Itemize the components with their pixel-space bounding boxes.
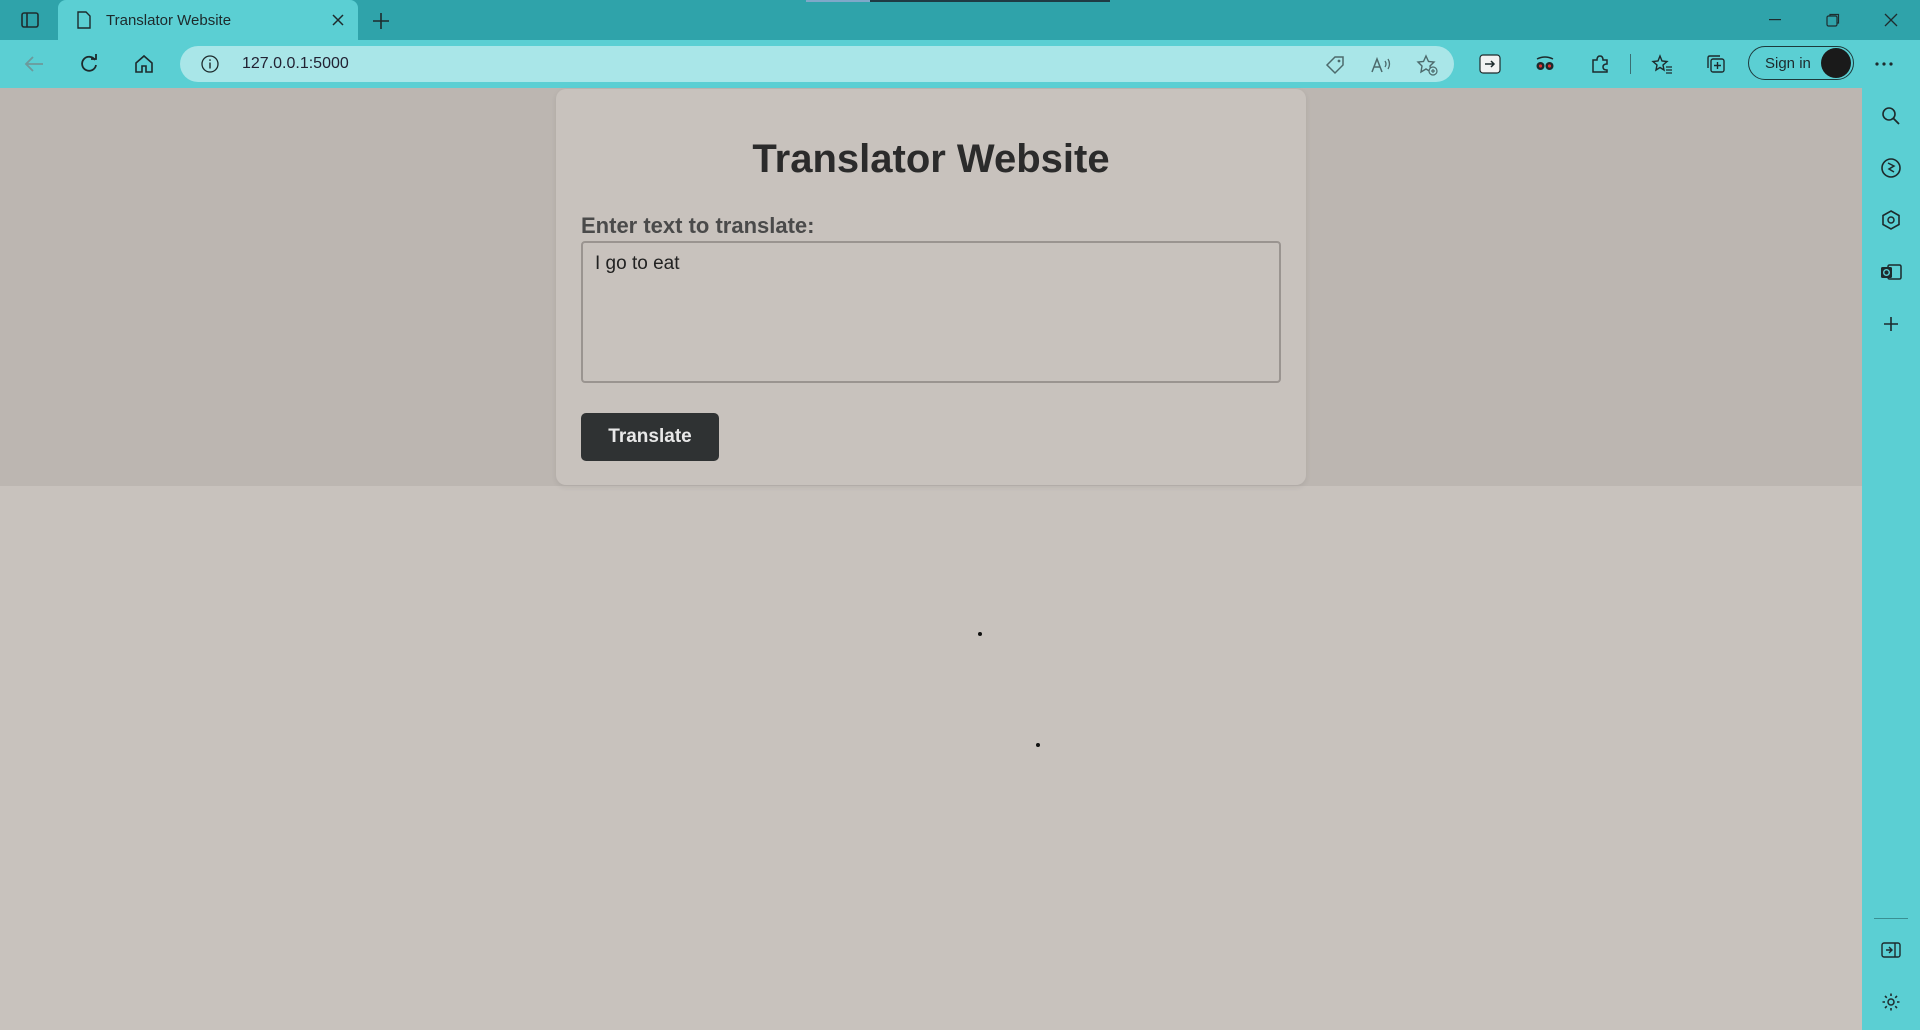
address-bar[interactable]: 127.0.0.1:5000 bbox=[180, 46, 1454, 82]
sign-in-label: Sign in bbox=[1765, 54, 1811, 72]
translator-card: Translator Website Enter text to transla… bbox=[556, 89, 1306, 485]
cursor-dot bbox=[978, 632, 982, 636]
refresh-button[interactable] bbox=[71, 48, 107, 80]
page-icon bbox=[74, 10, 94, 30]
cursor-dot bbox=[1036, 743, 1040, 747]
text-input[interactable]: I go to eat bbox=[581, 241, 1281, 383]
add-icon[interactable] bbox=[1879, 312, 1903, 336]
new-tab-button[interactable] bbox=[368, 8, 394, 34]
extension-sync-icon[interactable] bbox=[1472, 48, 1508, 80]
collections-icon[interactable] bbox=[1698, 48, 1734, 80]
tab-translator[interactable]: Translator Website bbox=[58, 0, 358, 40]
read-aloud-icon[interactable] bbox=[1370, 54, 1392, 76]
extension-glasses-icon[interactable] bbox=[1527, 48, 1563, 80]
search-icon[interactable] bbox=[1879, 104, 1903, 128]
minimize-button[interactable] bbox=[1752, 6, 1798, 34]
shopping-icon[interactable] bbox=[1879, 208, 1903, 232]
translate-button[interactable]: Translate bbox=[581, 413, 719, 461]
info-icon[interactable] bbox=[200, 54, 220, 74]
favorites-icon[interactable] bbox=[1644, 48, 1680, 80]
settings-gear-icon[interactable] bbox=[1879, 990, 1903, 1014]
tab-title: Translator Website bbox=[106, 11, 232, 29]
tag-icon[interactable] bbox=[1324, 54, 1346, 76]
hide-sidebar-icon[interactable] bbox=[1879, 938, 1903, 962]
close-icon[interactable] bbox=[326, 8, 350, 32]
close-window-button[interactable] bbox=[1868, 6, 1914, 34]
restore-button[interactable] bbox=[1810, 6, 1856, 34]
extensions-icon[interactable] bbox=[1582, 48, 1618, 80]
back-button[interactable] bbox=[16, 48, 52, 80]
outlook-icon[interactable] bbox=[1879, 260, 1903, 284]
input-label: Enter text to translate: bbox=[581, 213, 815, 238]
home-button[interactable] bbox=[126, 48, 162, 80]
copilot-chat-icon[interactable] bbox=[1879, 156, 1903, 180]
tab-actions-icon[interactable] bbox=[18, 8, 42, 32]
title-bar-strip bbox=[806, 0, 1110, 2]
more-options-icon[interactable] bbox=[1866, 48, 1902, 80]
browser-sidebar bbox=[1862, 88, 1920, 1030]
favorite-star-add-icon[interactable] bbox=[1416, 54, 1438, 76]
page-content: Translator Website Enter text to transla… bbox=[0, 88, 1862, 1030]
sidebar-separator bbox=[1874, 918, 1908, 919]
sign-in-button[interactable]: Sign in bbox=[1748, 46, 1854, 80]
toolbar-separator bbox=[1630, 54, 1631, 74]
page-title: Translator Website bbox=[752, 137, 1110, 181]
url-text: 127.0.0.1:5000 bbox=[242, 55, 349, 72]
avatar bbox=[1821, 48, 1851, 78]
